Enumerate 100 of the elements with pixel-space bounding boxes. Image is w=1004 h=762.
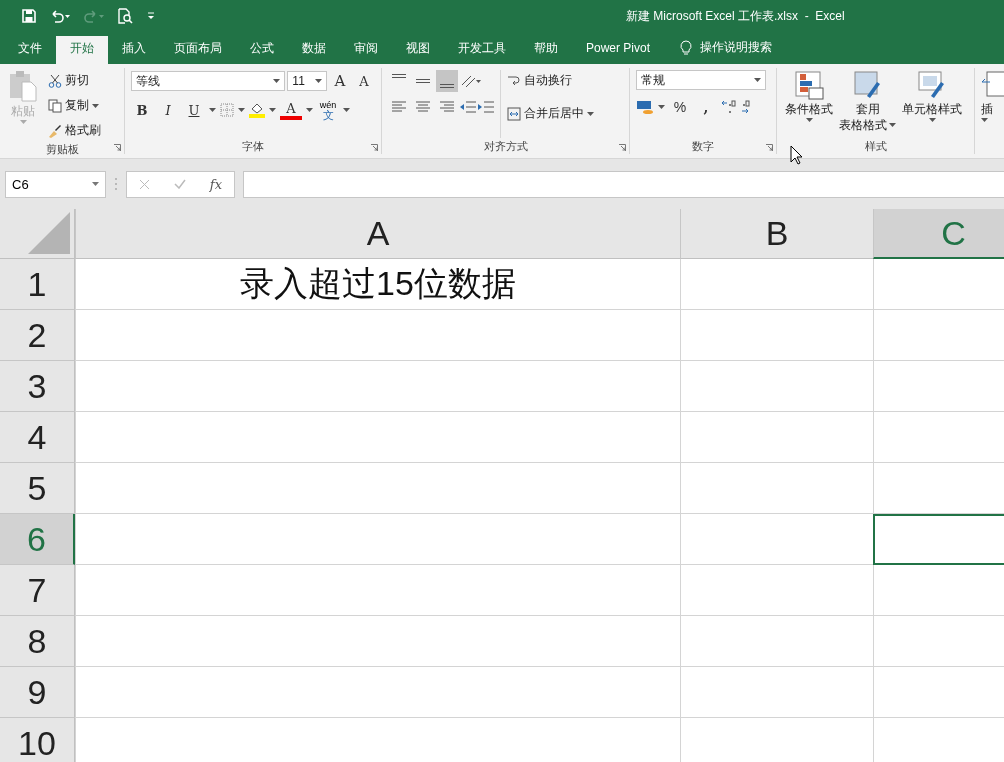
column-header[interactable]: B [680, 209, 873, 259]
column-header[interactable]: A [75, 209, 680, 259]
wrap-text-button[interactable]: 自动换行 [505, 70, 596, 91]
underline-button[interactable]: U [183, 99, 205, 121]
ribbon-tab[interactable]: 帮助 [520, 36, 572, 64]
table-cell[interactable] [680, 514, 873, 565]
ribbon-tab[interactable]: 页面布局 [160, 36, 236, 64]
table-cell[interactable]: 录入超过15位数据 [75, 259, 680, 310]
cancel-icon[interactable] [138, 178, 150, 190]
table-cell[interactable] [75, 463, 680, 514]
table-cell[interactable] [680, 463, 873, 514]
table-cell[interactable] [680, 667, 873, 718]
vertical-align-button[interactable] [436, 70, 458, 92]
currency-icon[interactable] [636, 99, 654, 115]
font-name-box[interactable]: 等线 [131, 71, 286, 91]
dialog-launcher-icon[interactable] [114, 144, 121, 151]
italic-button[interactable]: I [157, 99, 179, 121]
cut-button[interactable]: 剪切 [46, 70, 103, 91]
caret-icon [343, 108, 350, 112]
borders-icon[interactable] [220, 103, 234, 117]
number-format-box[interactable]: 常规 [636, 70, 766, 90]
save-icon[interactable] [22, 9, 36, 23]
caret-icon [805, 118, 813, 122]
formula-input[interactable] [243, 170, 1004, 198]
table-cell[interactable] [680, 565, 873, 616]
redo-icon[interactable] [84, 9, 104, 23]
wrap-text-icon [507, 73, 521, 88]
ribbon-tab[interactable]: 文件 [4, 36, 56, 64]
text-orientation-icon[interactable] [460, 73, 482, 89]
table-cell[interactable] [75, 412, 680, 463]
table-cell[interactable] [75, 514, 680, 565]
insert-button[interactable]: 插 [981, 70, 1004, 154]
row-header[interactable]: 9 [0, 667, 75, 718]
increase-decimal-icon[interactable] [721, 99, 737, 115]
table-cell[interactable] [680, 361, 873, 412]
shrink-font-button[interactable]: A [353, 70, 375, 92]
row-header[interactable]: 4 [0, 412, 75, 463]
ribbon-tab[interactable]: 开始 [56, 36, 108, 64]
bold-button[interactable]: B [131, 99, 153, 121]
table-cell[interactable] [75, 361, 680, 412]
ribbon-tab[interactable]: 插入 [108, 36, 160, 64]
table-cell[interactable] [680, 310, 873, 361]
window-title: 新建 Microsoft Excel 工作表.xlsx - Excel [625, 7, 845, 25]
row-header[interactable]: 8 [0, 616, 75, 667]
cell-styles-button[interactable]: 单元格样式 [900, 70, 964, 138]
font-size-box[interactable]: 11 [287, 71, 327, 91]
table-cell[interactable] [873, 259, 1004, 310]
format-painter-button[interactable]: 格式刷 [46, 120, 103, 141]
copy-button[interactable]: 复制 [46, 95, 103, 116]
comma-button[interactable]: , [695, 96, 717, 118]
fill-color-icon[interactable] [249, 102, 265, 118]
table-cell[interactable] [873, 310, 1004, 361]
merge-center-button[interactable]: 合并后居中 [505, 103, 596, 124]
row-header[interactable]: 1 [0, 259, 75, 310]
grow-font-button[interactable]: A [329, 70, 351, 92]
ribbon-tab[interactable]: 数据 [288, 36, 340, 64]
dialog-launcher-icon[interactable] [371, 144, 378, 151]
row-header[interactable]: 6 [0, 514, 75, 565]
table-cell[interactable] [680, 259, 873, 310]
tell-me-search[interactable]: 操作说明搜索 [700, 39, 773, 56]
table-cell[interactable] [873, 616, 1004, 667]
phonetic-button[interactable]: wén 文 [317, 98, 339, 122]
row-header[interactable]: 5 [0, 463, 75, 514]
column-header[interactable]: C [873, 209, 1004, 259]
name-box[interactable]: C6 [5, 170, 106, 198]
decrease-indent-icon[interactable] [460, 101, 476, 113]
ribbon-tab[interactable]: 公式 [236, 36, 288, 64]
row-header[interactable]: 2 [0, 310, 75, 361]
table-cell[interactable] [873, 565, 1004, 616]
table-cell[interactable] [680, 412, 873, 463]
table-cell[interactable] [75, 667, 680, 718]
format-as-table-button[interactable]: 套用 表格格式 [837, 70, 898, 138]
row-header[interactable]: 7 [0, 565, 75, 616]
customize-menu-icon[interactable] [147, 12, 155, 20]
font-color-button[interactable]: A [280, 100, 302, 120]
table-cell[interactable] [75, 565, 680, 616]
table-cell[interactable] [873, 412, 1004, 463]
conditional-formatting-button[interactable]: 条件格式 [783, 70, 835, 138]
checkmark-icon[interactable] [173, 179, 186, 189]
table-cell[interactable] [680, 616, 873, 667]
ribbon-tab[interactable]: 开发工具 [444, 36, 520, 64]
percent-button[interactable]: % [669, 96, 691, 118]
undo-icon[interactable] [50, 9, 70, 23]
active-cell[interactable] [873, 514, 1004, 565]
select-all-corner[interactable] [0, 209, 75, 259]
print-preview-icon[interactable] [118, 8, 133, 24]
ribbon-tab[interactable]: 审阅 [340, 36, 392, 64]
ribbon-tab[interactable]: 视图 [392, 36, 444, 64]
insert-function-button[interactable]: fx [209, 176, 222, 192]
row-header[interactable]: 10 [0, 718, 75, 762]
table-cell[interactable] [75, 310, 680, 361]
dialog-launcher-icon[interactable] [619, 144, 626, 151]
dialog-launcher-icon[interactable] [766, 144, 773, 151]
row-header[interactable]: 3 [0, 361, 75, 412]
ribbon-tab[interactable]: Power Pivot [572, 36, 665, 64]
table-cell[interactable] [873, 361, 1004, 412]
increase-indent-icon[interactable] [478, 101, 494, 113]
table-cell[interactable] [873, 667, 1004, 718]
table-cell[interactable] [873, 463, 1004, 514]
table-cell[interactable] [75, 616, 680, 667]
